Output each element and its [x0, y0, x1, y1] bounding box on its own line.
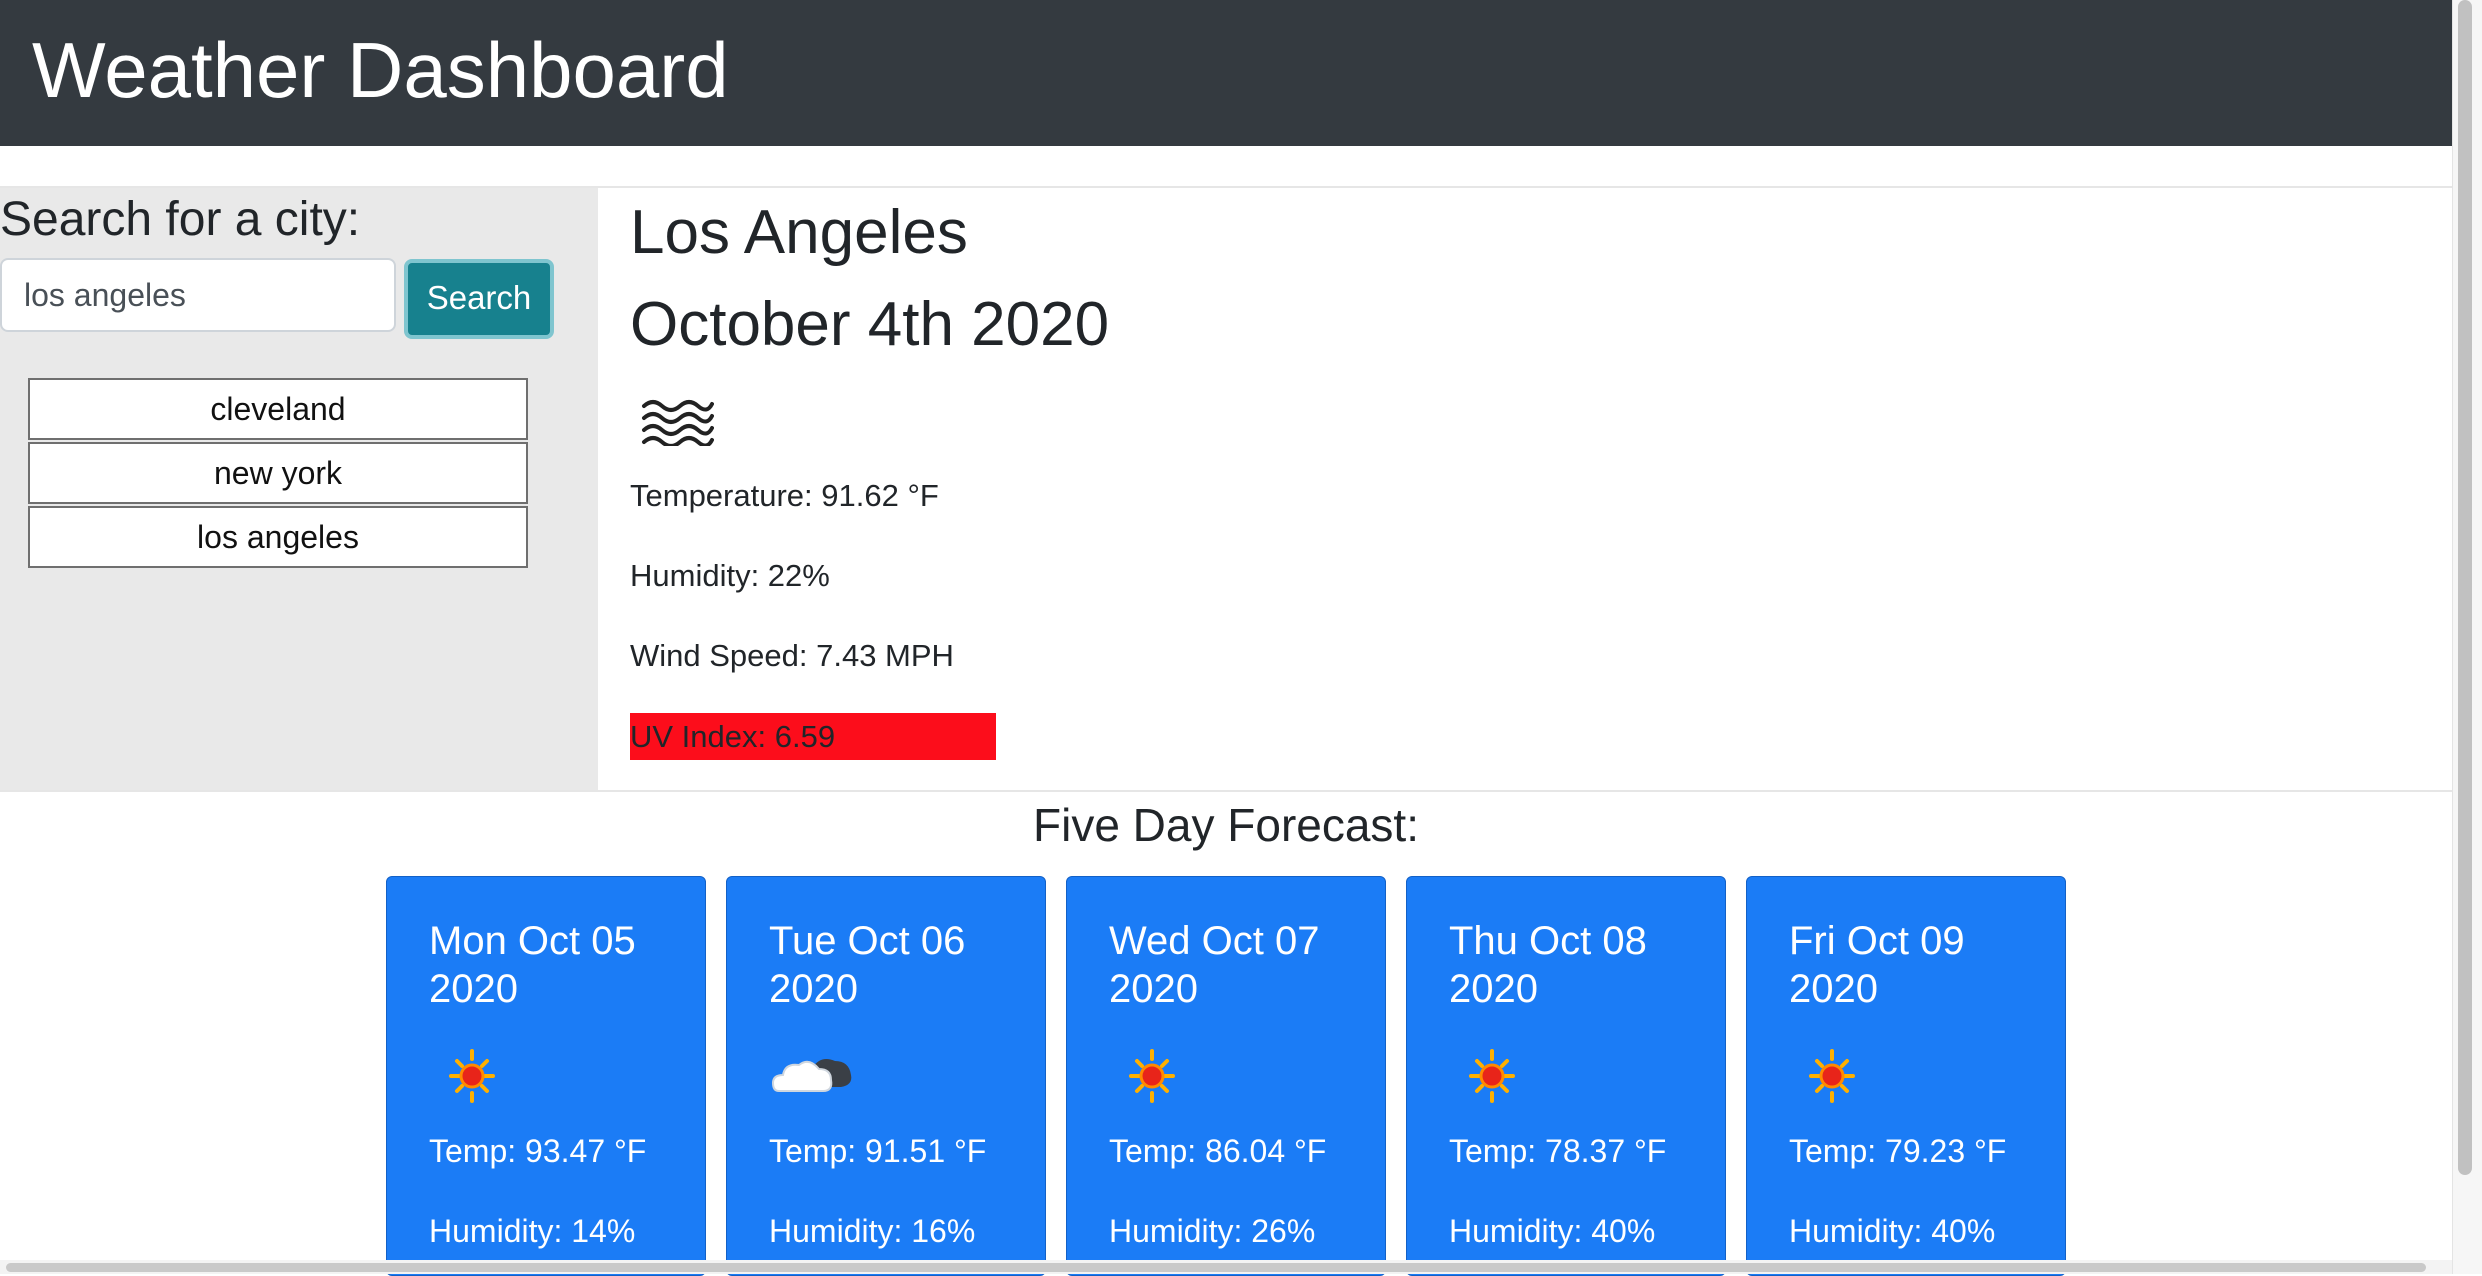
- forecast-humidity: Humidity: 26%: [1109, 1213, 1316, 1249]
- forecast-humidity: Humidity: 14%: [429, 1213, 636, 1249]
- forecast-temp: Temp: 79.23 °F: [1789, 1133, 2007, 1169]
- search-button[interactable]: Search: [404, 259, 554, 339]
- search-sidebar: Search for a city: Search cleveland new …: [0, 188, 598, 790]
- forecast-date: Tue Oct 06 2020: [769, 919, 966, 1011]
- forecast-humidity: Humidity: 40%: [1449, 1213, 1656, 1249]
- search-history-list: cleveland new york los angeles: [28, 378, 528, 570]
- city-search-input[interactable]: [0, 258, 396, 332]
- forecast-temp: Temp: 93.47 °F: [429, 1133, 647, 1169]
- forecast-date: Mon Oct 05 2020: [429, 919, 636, 1011]
- app-title: Weather Dashboard: [32, 26, 729, 114]
- forecast-temp: Temp: 78.37 °F: [1449, 1133, 1667, 1169]
- forecast-temp: Temp: 91.51 °F: [769, 1133, 987, 1169]
- history-item-new-york[interactable]: new york: [28, 442, 528, 504]
- search-label: Search for a city:: [0, 193, 361, 246]
- history-item-cleveland[interactable]: cleveland: [28, 378, 528, 440]
- forecast-title: Five Day Forecast:: [1033, 799, 1419, 851]
- history-item-los-angeles[interactable]: los angeles: [28, 506, 528, 568]
- forecast-humidity: Humidity: 40%: [1789, 1213, 1996, 1249]
- forecast-card: Thu Oct 08 2020 Temp: 78.37 °F Humidity:…: [1406, 876, 1726, 1276]
- sun-icon: [1809, 1049, 1855, 1103]
- forecast-temp: Temp: 86.04 °F: [1109, 1133, 1327, 1169]
- current-temperature: Temperature: 91.62 °F: [630, 478, 939, 513]
- forecast-card: Mon Oct 05 2020 Temp: 93.47 °F Humidity:…: [386, 876, 706, 1276]
- forecast-card: Tue Oct 06 2020 Temp: 91.51 °F Humidity:…: [726, 876, 1046, 1276]
- current-wind-speed: Wind Speed: 7.43 MPH: [630, 638, 954, 673]
- forecast-date: Thu Oct 08 2020: [1449, 919, 1647, 1011]
- header-bar: Weather Dashboard: [0, 0, 2452, 146]
- haze-icon: [642, 400, 714, 446]
- cloud-icon: [771, 1059, 852, 1092]
- forecast-date: Fri Oct 09 2020: [1789, 919, 1965, 1011]
- forecast-card: Wed Oct 07 2020 Temp: 86.04 °F Humidity:…: [1066, 876, 1386, 1276]
- current-humidity: Humidity: 22%: [630, 558, 830, 593]
- sun-icon: [449, 1049, 495, 1103]
- forecast-date: Wed Oct 07 2020: [1109, 919, 1320, 1011]
- sun-icon: [1129, 1049, 1175, 1103]
- forecast-humidity: Humidity: 16%: [769, 1213, 976, 1249]
- current-date: October 4th 2020: [630, 290, 1110, 359]
- vertical-scrollbar-thumb[interactable]: [2458, 0, 2472, 1175]
- uv-index-badge: UV Index: 6.59: [630, 713, 996, 760]
- horizontal-scrollbar-thumb[interactable]: [6, 1263, 2426, 1272]
- sun-icon: [1469, 1049, 1515, 1103]
- current-city: Los Angeles: [630, 198, 968, 267]
- forecast-card: Fri Oct 09 2020 Temp: 79.23 °F Humidity:…: [1746, 876, 2066, 1276]
